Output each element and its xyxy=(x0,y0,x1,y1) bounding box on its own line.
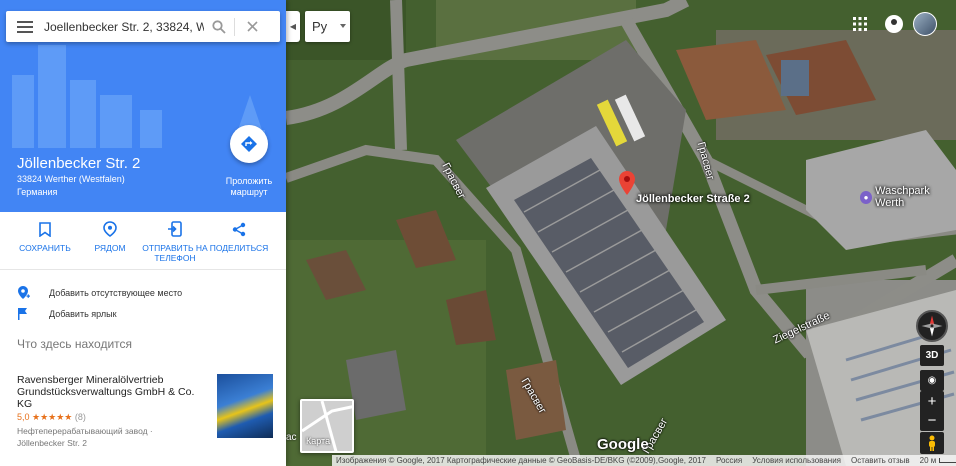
result-address: Jöllenbecker Str. 2 xyxy=(17,438,87,448)
save-button[interactable]: СОХРАНИТЬ xyxy=(12,220,78,253)
result-photo[interactable] xyxy=(217,374,273,438)
nearby-button[interactable]: РЯДОМ xyxy=(77,220,143,253)
search-icon xyxy=(212,19,226,34)
chevron-left-icon: ◀ xyxy=(289,22,297,31)
add-missing-place-label: Добавить отсутствующее место xyxy=(49,287,183,298)
location-pin-icon[interactable] xyxy=(619,171,635,195)
plus-icon: + xyxy=(927,393,937,410)
language-select[interactable]: Ру xyxy=(305,11,350,42)
my-location-button[interactable]: ◉ xyxy=(920,370,944,391)
whats-here-heading: Что здесь находится xyxy=(17,337,133,351)
directions-icon xyxy=(241,136,257,152)
collapse-panel-button[interactable]: ◀ xyxy=(286,11,300,42)
search-box[interactable] xyxy=(6,11,280,42)
rating-value: 5,0 xyxy=(17,412,30,422)
search-input[interactable] xyxy=(44,15,204,38)
directions-button[interactable] xyxy=(230,125,268,163)
scale-control[interactable]: 20 м xyxy=(920,456,956,465)
add-missing-place-link[interactable]: Добавить отсутствующее место xyxy=(16,285,182,300)
map-imagery xyxy=(286,0,956,466)
star-rating-icon: ★★★★★ xyxy=(32,412,73,422)
menu-button[interactable] xyxy=(6,11,44,42)
add-label-link[interactable]: Добавить ярлык xyxy=(16,307,117,320)
scale-bar xyxy=(939,458,956,463)
country-link[interactable]: Россия xyxy=(716,456,742,465)
3d-toggle-button[interactable]: 3D xyxy=(920,345,944,366)
result-rating: 5,0 ★★★★★ (8) xyxy=(17,412,207,423)
compass-icon[interactable] xyxy=(916,310,948,342)
car-wash-icon: ● xyxy=(860,190,873,204)
bookmark-icon xyxy=(39,221,51,237)
result-category: Нефтеперерабатывающий завод · xyxy=(17,426,153,436)
attribution-text: Изображения © Google, 2017 Картографичес… xyxy=(336,456,706,465)
notifications-icon[interactable] xyxy=(885,15,903,33)
satellite-map[interactable]: Грасвег Грасвег Ziegelstraße Грасвег Гра… xyxy=(286,0,956,466)
hamburger-menu-icon xyxy=(17,20,33,33)
clear-search-button[interactable] xyxy=(235,11,269,42)
nearby-icon xyxy=(103,221,117,237)
share-button[interactable]: ПОДЕЛИТЬСЯ xyxy=(206,220,272,253)
search-button[interactable] xyxy=(204,11,234,42)
add-place-icon xyxy=(17,286,30,299)
nearby-label: РЯДОМ xyxy=(94,243,126,253)
zoom-in-button[interactable]: + xyxy=(920,391,944,412)
terms-link[interactable]: Условия использования xyxy=(752,456,841,465)
directions-label[interactable]: Проложить маршрут xyxy=(218,176,280,198)
my-location-icon: ◉ xyxy=(927,375,937,386)
google-logo: Google xyxy=(597,436,649,453)
place-address: 33824 Werther (Westfalen) xyxy=(17,174,125,184)
result-name: Ravensberger Mineralölvertrieb Grundstüc… xyxy=(17,374,195,410)
flag-icon xyxy=(18,308,27,320)
avatar[interactable] xyxy=(913,12,937,36)
action-bar: СОХРАНИТЬ РЯДОМ ОТПРАВИТЬ НА ТЕЛЕФОН ПОД… xyxy=(0,212,286,270)
place-country: Германия xyxy=(17,187,58,197)
map-label-fragment: ас xyxy=(286,432,297,443)
send-to-phone-icon xyxy=(168,221,182,237)
place-title: Jöllenbecker Str. 2 xyxy=(17,155,141,172)
review-count: (8) xyxy=(74,412,86,422)
share-icon xyxy=(232,222,246,236)
attribution-bar: Изображения © Google, 2017 Картографичес… xyxy=(332,455,956,466)
place-panel: Jöllenbecker Str. 2 33824 Werther (Westf… xyxy=(0,0,286,466)
map-type-toggle[interactable]: Карта xyxy=(300,399,354,453)
language-value: Ру xyxy=(312,19,328,34)
poi-waschpark[interactable]: ● Waschpark Werth xyxy=(860,185,956,209)
list-item[interactable]: Ravensberger Mineralölvertrieb Grundstüc… xyxy=(17,374,207,448)
zoom-out-button[interactable]: − xyxy=(920,410,944,431)
poi-label: Waschpark Werth xyxy=(875,185,930,209)
street-view-pegman[interactable] xyxy=(920,432,944,454)
apps-grid-icon[interactable] xyxy=(852,16,868,32)
caret-down-icon xyxy=(340,24,346,28)
send-to-phone-button[interactable]: ОТПРАВИТЬ НА ТЕЛЕФОН xyxy=(142,220,208,263)
pegman-icon xyxy=(929,435,935,451)
close-icon xyxy=(246,21,258,32)
save-label: СОХРАНИТЬ xyxy=(19,243,71,253)
pin-label: Jöllenbecker Straße 2 xyxy=(636,193,750,205)
send-to-phone-label: ОТПРАВИТЬ НА ТЕЛЕФОН xyxy=(142,243,208,263)
map-type-label: Карта xyxy=(306,436,331,446)
add-label-label: Добавить ярлык xyxy=(49,308,117,319)
scale-label: 20 м xyxy=(919,456,937,465)
feedback-link[interactable]: Оставить отзыв xyxy=(851,456,910,465)
minus-icon: − xyxy=(927,412,937,429)
share-label: ПОДЕЛИТЬСЯ xyxy=(209,243,269,253)
